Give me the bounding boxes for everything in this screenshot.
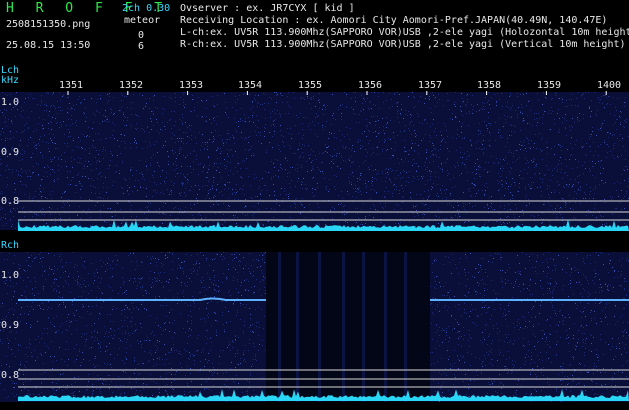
x-tick-label: 1357 (418, 80, 443, 91)
x-tick-label: 1351 (59, 80, 84, 91)
rch-spectrogram (0, 252, 629, 402)
lch-y-tick: 0.8 (1, 196, 20, 207)
rch-y-tick: 1.0 (1, 270, 20, 281)
rch-label: Rch (1, 240, 20, 251)
x-tick-label: 1359 (537, 80, 562, 91)
x-tick-label: 1354 (238, 80, 263, 91)
x-tick-label: 1400 (597, 80, 622, 91)
rch-y-tick: 0.9 (1, 320, 20, 331)
spectrogram-canvas (0, 91, 629, 402)
x-tick-label: 1352 (119, 80, 144, 91)
x-tick-label: 1353 (179, 80, 204, 91)
khz-unit-label: kHz (1, 75, 20, 86)
x-tick-label: 1358 (477, 80, 502, 91)
x-tick-label: 1355 (298, 80, 323, 91)
lch-spectrogram (0, 91, 629, 231)
lch-y-tick: 0.9 (1, 147, 20, 158)
rch-y-tick: 0.8 (1, 370, 20, 381)
x-tick-label: 1356 (358, 80, 383, 91)
lch-y-tick: 1.0 (1, 97, 20, 108)
